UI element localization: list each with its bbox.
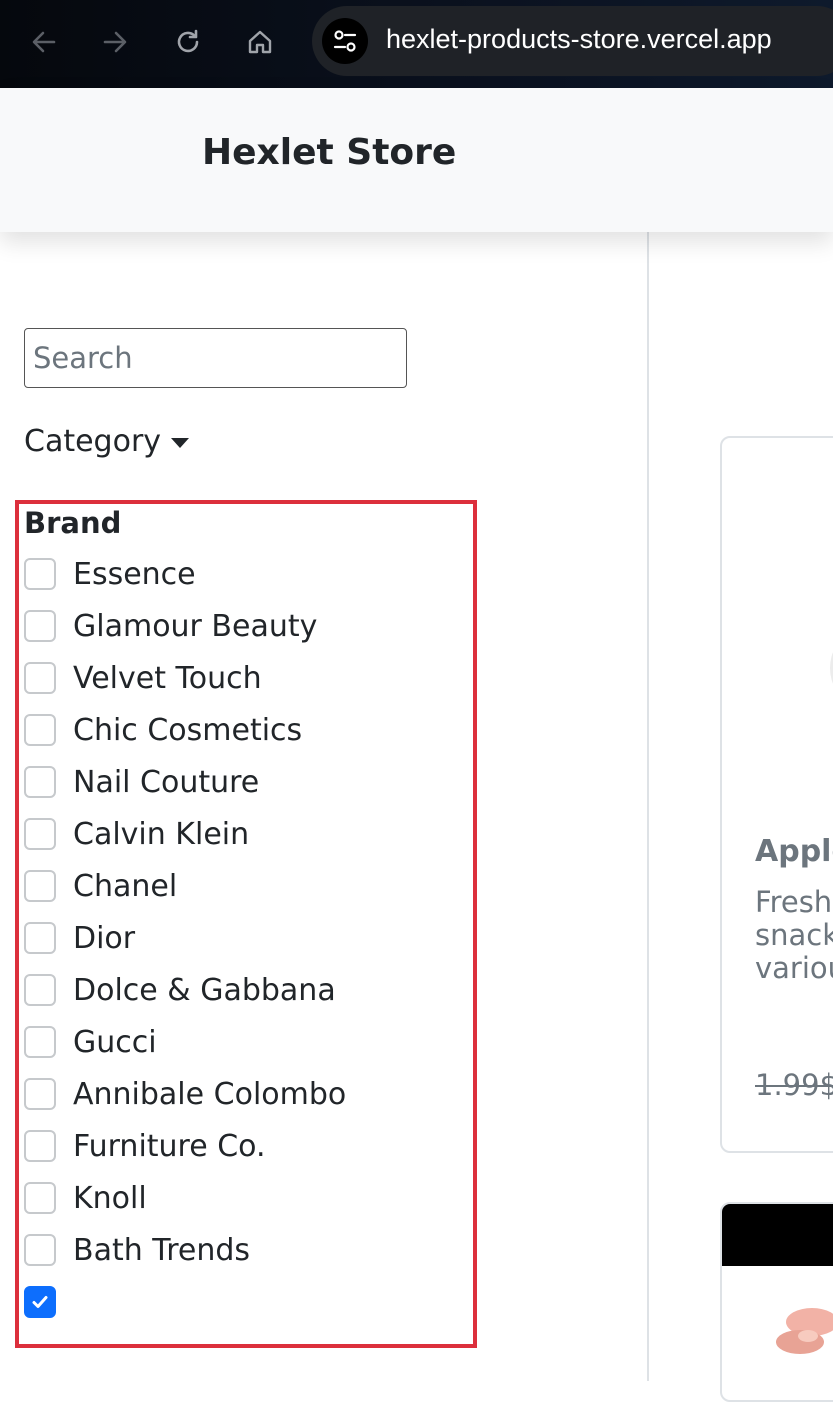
product-image-banner [722, 1204, 833, 1266]
brand-item-bath-trends[interactable]: Bath Trends [24, 1224, 464, 1276]
brand-item-glamour-beauty[interactable]: Glamour Beauty [24, 600, 464, 652]
brand-item-knoll[interactable]: Knoll [24, 1172, 464, 1224]
brand-checkbox[interactable] [24, 610, 56, 642]
brand-item-gucci[interactable]: Gucci [24, 1016, 464, 1068]
back-arrow-icon[interactable] [24, 22, 64, 62]
brand-checkbox[interactable] [24, 1078, 56, 1110]
product-card[interactable] [720, 1202, 833, 1402]
category-label: Category [24, 424, 162, 459]
sidebar-divider [647, 232, 649, 1381]
brand-checkbox[interactable] [24, 922, 56, 954]
brand-item-label: Chanel [73, 868, 178, 904]
brand-item-nail-couture[interactable]: Nail Couture [24, 756, 464, 808]
store-brand-link[interactable]: Hexlet Store [202, 132, 456, 173]
product-card[interactable]: Apple Fresh snack variou 1.99$ [720, 436, 833, 1153]
brand-item-label: Dior [73, 920, 136, 956]
product-image [776, 1308, 833, 1354]
brand-item-label: Velvet Touch [73, 660, 262, 696]
product-description: Fresh snack variou [755, 886, 833, 985]
category-dropdown[interactable]: Category [24, 424, 190, 459]
product-description-line: snack [755, 918, 833, 952]
brand-item-unnamed[interactable] [24, 1276, 464, 1328]
brand-item-label: Bath Trends [73, 1232, 251, 1268]
product-title[interactable]: Apple [755, 834, 833, 869]
brand-item-label: Knoll [73, 1180, 147, 1216]
product-description-line: Fresh [755, 885, 833, 919]
brand-checkbox[interactable] [24, 714, 56, 746]
brand-filter-title: Brand [24, 506, 122, 540]
brand-item-label: Nail Couture [73, 764, 260, 800]
brand-item-label: Gucci [73, 1024, 157, 1060]
brand-checkbox[interactable] [24, 662, 56, 694]
brand-item-chic-cosmetics[interactable]: Chic Cosmetics [24, 704, 464, 756]
brand-checkbox[interactable] [24, 558, 56, 590]
brand-checkbox[interactable] [24, 1026, 56, 1058]
brand-item-dior[interactable]: Dior [24, 912, 464, 964]
product-old-price: 1.99$ [755, 1068, 833, 1102]
brand-checkbox[interactable] [24, 974, 56, 1006]
brand-checkbox-checked[interactable] [24, 1286, 56, 1318]
site-settings-icon[interactable] [322, 18, 368, 64]
brand-item-label: Furniture Co. [73, 1128, 266, 1164]
reload-icon[interactable] [168, 22, 208, 62]
brand-item-furniture-co[interactable]: Furniture Co. [24, 1120, 464, 1172]
brand-item-label: Glamour Beauty [73, 608, 318, 644]
brand-checkbox[interactable] [24, 1182, 56, 1214]
brand-item-annibale-colombo[interactable]: Annibale Colombo [24, 1068, 464, 1120]
caret-down-icon [171, 437, 190, 448]
brand-checkbox[interactable] [24, 1234, 56, 1266]
home-icon[interactable] [240, 22, 280, 62]
product-description-line: variou [755, 951, 833, 985]
brand-item-label: Chic Cosmetics [73, 712, 303, 748]
brand-item-label: Calvin Klein [73, 816, 250, 852]
brand-checkbox[interactable] [24, 766, 56, 798]
brand-item-label: Essence [73, 556, 196, 592]
brand-item-calvin-klein[interactable]: Calvin Klein [24, 808, 464, 860]
checkmark-icon [32, 1296, 48, 1308]
forward-arrow-icon[interactable] [95, 22, 135, 62]
brand-checkbox[interactable] [24, 870, 56, 902]
brand-item-label: Dolce & Gabbana [73, 972, 336, 1008]
app-navbar: Hexlet Store [0, 88, 833, 232]
browser-toolbar: hexlet-products-store.vercel.app [0, 0, 833, 88]
brand-filter-list: Essence Glamour Beauty Velvet Touch Chic… [24, 548, 464, 1328]
brand-item-chanel[interactable]: Chanel [24, 860, 464, 912]
brand-item-dolce-gabbana[interactable]: Dolce & Gabbana [24, 964, 464, 1016]
url-text[interactable]: hexlet-products-store.vercel.app [386, 24, 772, 55]
address-bar[interactable]: hexlet-products-store.vercel.app [312, 6, 833, 76]
search-input[interactable] [24, 328, 407, 388]
brand-item-label: Annibale Colombo [73, 1076, 347, 1112]
brand-checkbox[interactable] [24, 1130, 56, 1162]
brand-item-velvet-touch[interactable]: Velvet Touch [24, 652, 464, 704]
brand-item-essence[interactable]: Essence [24, 548, 464, 600]
brand-checkbox[interactable] [24, 818, 56, 850]
